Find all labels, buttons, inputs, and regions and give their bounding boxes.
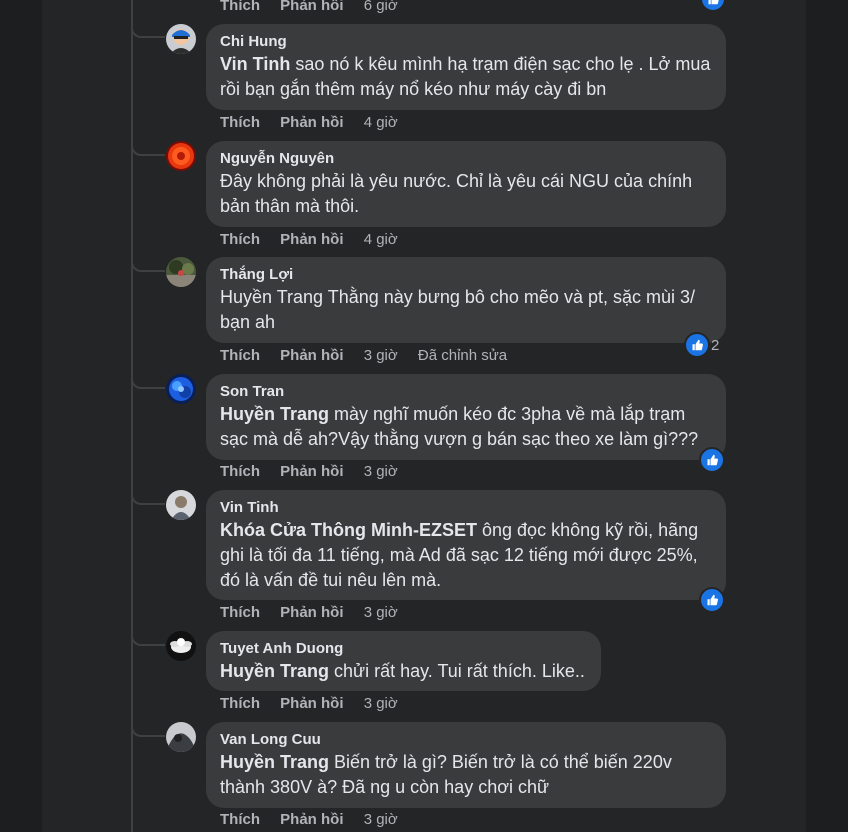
avatar[interactable] — [166, 257, 196, 287]
reply-button[interactable]: Phản hồi — [280, 347, 343, 364]
avatar[interactable] — [166, 490, 196, 520]
comment-actions: Thích Phản hồi 3 giờ — [220, 463, 414, 481]
comment-author[interactable]: Tuyet Anh Duong — [220, 639, 587, 659]
comment-author[interactable]: Nguyễn Nguyên — [220, 149, 712, 169]
reply-button[interactable]: Phản hồi — [280, 811, 343, 828]
like-button[interactable]: Thích — [220, 811, 260, 828]
comment-bubble: Chi Hung Vin Tinh sao nó k kêu mình hạ t… — [206, 24, 726, 110]
thread-branch — [131, 142, 165, 156]
comment-text: Huyền Trang Biến trở là gì? Biến trở là … — [220, 750, 712, 800]
timestamp[interactable]: 4 giờ — [364, 231, 398, 248]
like-reaction-icon[interactable] — [699, 587, 725, 613]
thread-branch — [131, 632, 165, 646]
comment-author[interactable]: Van Long Cuu — [220, 730, 712, 750]
like-button[interactable]: Thích — [220, 0, 260, 14]
comment-author[interactable]: Thắng Lợi — [220, 265, 712, 285]
like-reaction-icon[interactable] — [699, 447, 725, 473]
like-reaction-icon[interactable] — [684, 332, 710, 358]
comment-body: chửi rất hay. Tui rất thích. Like.. — [329, 661, 585, 681]
mention-link[interactable]: Vin Tinh — [220, 54, 290, 74]
comment-bubble: Tuyet Anh Duong Huyền Trang chửi rất hay… — [206, 631, 601, 691]
comment-bubble: Nguyễn Nguyên Đây không phải là yêu nước… — [206, 141, 726, 227]
comment-actions: Thích Phản hồi 4 giờ — [220, 231, 414, 249]
timestamp[interactable]: 3 giờ — [364, 347, 398, 364]
comment-author[interactable]: Vin Tinh — [220, 498, 712, 518]
timestamp[interactable]: 3 giờ — [364, 695, 398, 712]
like-button[interactable]: Thích — [220, 695, 260, 712]
comment-actions: Thích Phản hồi 3 giờ — [220, 811, 414, 829]
mention-link[interactable]: Huyền Trang — [220, 661, 329, 681]
comment-text: Huyền Trang mày nghĩ muốn kéo đc 3pha về… — [220, 402, 712, 452]
comment-text: Vin Tinh sao nó k kêu mình hạ trạm điện … — [220, 52, 712, 102]
mention-link[interactable]: Huyền Trang — [220, 752, 329, 772]
reaction-count[interactable]: 2 — [711, 337, 719, 354]
avatar[interactable] — [166, 374, 196, 404]
comment-body: sao nó k kêu mình hạ trạm điện sạc cho l… — [220, 54, 711, 99]
avatar[interactable] — [166, 24, 196, 54]
comment-author[interactable]: Son Tran — [220, 382, 712, 402]
like-button[interactable]: Thích — [220, 604, 260, 621]
avatar[interactable] — [166, 141, 196, 171]
like-button[interactable]: Thích — [220, 231, 260, 248]
timestamp[interactable]: 3 giờ — [364, 811, 398, 828]
comment-actions: Thích Phản hồi 4 giờ — [220, 114, 414, 132]
thread-branch — [131, 258, 165, 272]
avatar[interactable] — [166, 722, 196, 752]
comment-bubble: Son Tran Huyền Trang mày nghĩ muốn kéo đ… — [206, 374, 726, 460]
comment-actions: Thích Phản hồi 3 giờ — [220, 695, 414, 713]
thread-branch — [131, 24, 165, 38]
comment-actions: Thích Phản hồi 3 giờ Đã chỉnh sửa — [220, 347, 523, 365]
comment-bubble: Vin Tinh Khóa Cửa Thông Minh-EZSET ông đ… — [206, 490, 726, 600]
timestamp[interactable]: 3 giờ — [364, 463, 398, 480]
edited-label: Đã chỉnh sửa — [417, 347, 508, 364]
comment-text: Đây không phải là yêu nước. Chỉ là yêu c… — [220, 171, 693, 216]
comment-actions-top: Thích Phản hồi 6 giờ — [220, 0, 414, 15]
thread-line — [131, 0, 133, 832]
thread-branch — [131, 375, 165, 389]
reply-button[interactable]: Phản hồi — [280, 604, 343, 621]
reply-button[interactable]: Phản hồi — [280, 463, 343, 480]
reply-button[interactable]: Phản hồi — [280, 695, 343, 712]
mention-link[interactable]: Huyền Trang — [220, 404, 329, 424]
comment-bubble: Van Long Cuu Huyền Trang Biến trở là gì?… — [206, 722, 726, 808]
comment-bubble: Thắng Lợi Huyền Trang Thằng này bưng bô … — [206, 257, 726, 343]
thread-branch — [131, 723, 165, 737]
reply-button[interactable]: Phản hồi — [280, 114, 343, 131]
like-button[interactable]: Thích — [220, 347, 260, 364]
comment-text: Huyền Trang chửi rất hay. Tui rất thích.… — [220, 659, 587, 684]
avatar[interactable] — [166, 631, 196, 661]
like-button[interactable]: Thích — [220, 114, 260, 131]
timestamp[interactable]: 3 giờ — [364, 604, 398, 621]
comment-actions: Thích Phản hồi 3 giờ — [220, 604, 414, 622]
thread-branch — [131, 491, 165, 505]
reply-button[interactable]: Phản hồi — [280, 0, 343, 14]
timestamp[interactable]: 6 giờ — [364, 0, 398, 14]
like-button[interactable]: Thích — [220, 463, 260, 480]
reply-button[interactable]: Phản hồi — [280, 231, 343, 248]
comment-text: Huyền Trang Thằng này bưng bô cho mẽo và… — [220, 287, 695, 332]
mention-link[interactable]: Khóa Cửa Thông Minh-EZSET — [220, 520, 477, 540]
timestamp[interactable]: 4 giờ — [364, 114, 398, 131]
comment-text: Khóa Cửa Thông Minh-EZSET ông đọc không … — [220, 518, 712, 593]
comment-author[interactable]: Chi Hung — [220, 32, 712, 52]
